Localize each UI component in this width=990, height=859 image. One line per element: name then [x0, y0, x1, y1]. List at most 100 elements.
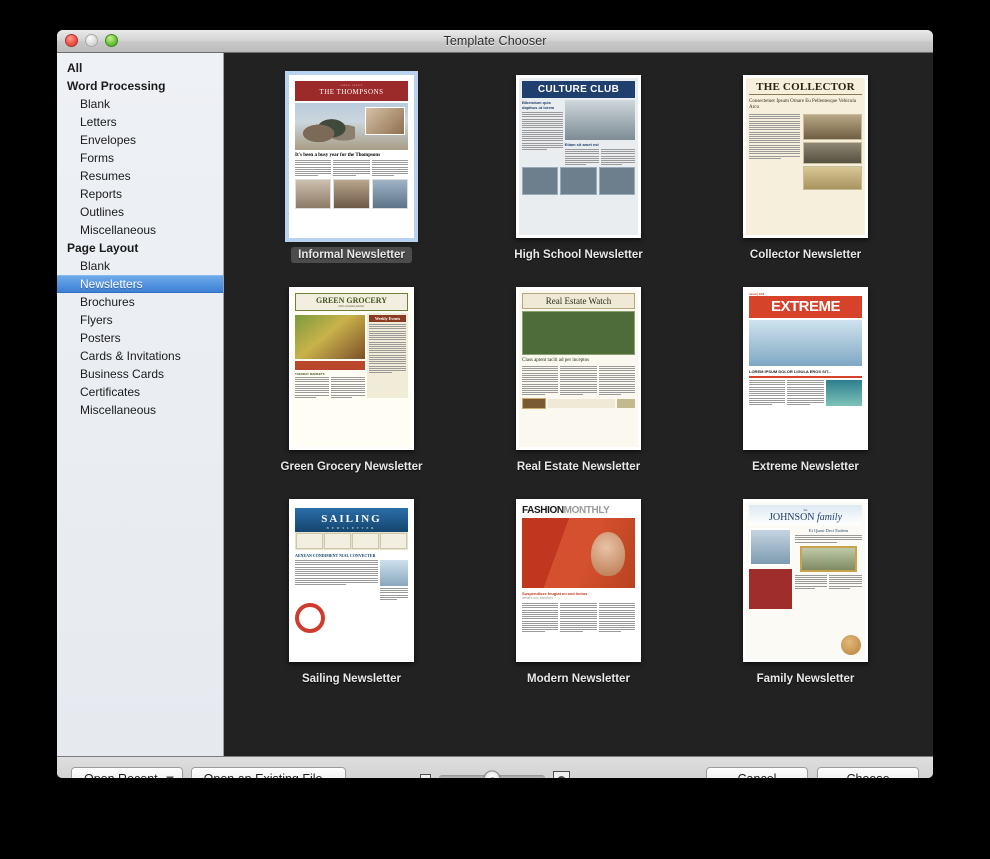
template-preview-art: the JOHNSON family Et Quasi D [746, 502, 865, 659]
sidebar-item-page-layout[interactable]: Page Layout [57, 239, 223, 257]
large-thumbnail-icon[interactable] [553, 771, 570, 778]
template-label: Informal Newsletter [291, 247, 412, 263]
thumbnail-size-control [420, 771, 570, 778]
template-thumbnail[interactable]: ANNUAL UPDATE THE THOMPSONS It's been a … [289, 75, 414, 238]
desktop-background: Template Chooser All Word Processing Bla… [0, 0, 990, 859]
sidebar-item-reports[interactable]: Reports [57, 185, 223, 203]
template-thumbnail[interactable]: SAILING NEWSLETTER AENEAN CONDIMENT NIA [289, 499, 414, 662]
thumb-photo [522, 311, 635, 355]
template-grid-area: ANNUAL UPDATE THE THOMPSONS It's been a … [224, 53, 933, 756]
template-item-collector-newsletter[interactable]: THE COLLECTOR Consectetuer Ipsum Ornare … [692, 75, 919, 263]
template-item-extreme-newsletter[interactable]: January 2009 EXTREME LOREM IPSUM DOLOR L… [692, 287, 919, 475]
sidebar-item-cards-invitations[interactable]: Cards & Invitations [57, 347, 223, 365]
sidebar-item-label: Flyers [80, 313, 113, 327]
template-thumbnail[interactable]: THE COLLECTOR Consectetuer Ipsum Ornare … [743, 75, 868, 238]
slider-knob[interactable] [484, 771, 501, 779]
sidebar-item-label: Brochures [80, 295, 135, 309]
thumb-masthead: EXTREME [749, 296, 862, 318]
thumb-subhead: Etiam sit amet est [565, 142, 635, 147]
template-item-high-school-newsletter[interactable]: CULTURE CLUB Bibendum quis dapibus ut lo… [465, 75, 692, 263]
window-title: Template Chooser [443, 34, 546, 48]
sidebar-item-posters[interactable]: Posters [57, 329, 223, 347]
template-preview-art: FASHIONMONTHLY Suspendisse feugiat mi se… [519, 502, 638, 659]
sidebar-item-outlines[interactable]: Outlines [57, 203, 223, 221]
open-existing-file-button[interactable]: Open an Existing File... [191, 767, 346, 778]
template-preview-art: Real Estate Watch Class aptent taciti ad… [519, 290, 638, 447]
template-grid: ANNUAL UPDATE THE THOMPSONS It's been a … [224, 53, 933, 687]
minimize-button[interactable] [85, 34, 98, 47]
category-sidebar: All Word Processing Blank Letters Envelo… [57, 53, 224, 756]
template-thumbnail[interactable]: FASHIONMONTHLY Suspendisse feugiat mi se… [516, 499, 641, 662]
thumb-headline: Bibendum quis dapibus ut lorem [522, 100, 563, 110]
sidebar-item-label: All [67, 61, 82, 75]
sidebar-item-resumes[interactable]: Resumes [57, 167, 223, 185]
sidebar-item-envelopes[interactable]: Envelopes [57, 131, 223, 149]
sidebar-item-label: Outlines [80, 205, 124, 219]
sidebar-item-wp-miscellaneous[interactable]: Miscellaneous [57, 221, 223, 239]
sidebar-item-label: Reports [80, 187, 122, 201]
template-preview-art: ANNUAL UPDATE THE THOMPSONS It's been a … [292, 78, 411, 235]
sidebar-item-label: Miscellaneous [80, 403, 156, 417]
sidebar-item-certificates[interactable]: Certificates [57, 383, 223, 401]
thumb-headline: It's been a busy year for the Thompsons [295, 153, 408, 158]
window-body: All Word Processing Blank Letters Envelo… [57, 53, 933, 756]
thumb-headline: Class aptent taciti ad per inceptos [522, 358, 635, 363]
template-thumbnail[interactable]: CULTURE CLUB Bibendum quis dapibus ut lo… [516, 75, 641, 238]
thumbnail-size-slider[interactable] [439, 775, 545, 778]
cancel-button[interactable]: Cancel [706, 767, 808, 778]
thumb-photo [295, 103, 408, 150]
thumb-headline: Weekly Events [369, 315, 406, 322]
template-item-sailing-newsletter[interactable]: SAILING NEWSLETTER AENEAN CONDIMENT NIA [238, 499, 465, 687]
window-titlebar[interactable]: Template Chooser [57, 30, 933, 53]
sidebar-item-forms[interactable]: Forms [57, 149, 223, 167]
sidebar-item-label: Forms [80, 151, 114, 165]
cancel-label: Cancel [738, 772, 777, 778]
sidebar-item-pl-miscellaneous[interactable]: Miscellaneous [57, 401, 223, 419]
sidebar-item-label: Letters [80, 115, 117, 129]
zoom-button[interactable] [105, 34, 118, 47]
window-controls [65, 34, 118, 47]
thumb-photo [749, 320, 862, 366]
sidebar-item-label: Miscellaneous [80, 223, 156, 237]
template-item-green-grocery-newsletter[interactable]: GREEN GROCERY libero venenatis pulvinar … [238, 287, 465, 475]
template-item-real-estate-newsletter[interactable]: Real Estate Watch Class aptent taciti ad… [465, 287, 692, 475]
sidebar-item-flyers[interactable]: Flyers [57, 311, 223, 329]
thumb-masthead: CULTURE CLUB [522, 81, 635, 98]
small-thumbnail-icon[interactable] [420, 774, 431, 779]
thumb-subhead: TUESDAY MARKETS [295, 372, 365, 376]
thumb-headline: Consectetuer Ipsum Ornare Eu Pellentesqu… [749, 99, 862, 111]
template-thumbnail[interactable]: January 2009 EXTREME LOREM IPSUM DOLOR L… [743, 287, 868, 450]
thumb-masthead: GREEN GROCERY libero venenatis pulvinar [295, 293, 408, 311]
choose-button[interactable]: Choose [817, 767, 919, 778]
template-preview-art: GREEN GROCERY libero venenatis pulvinar … [292, 290, 411, 447]
thumb-photo [565, 100, 635, 140]
open-recent-button[interactable]: Open Recent [71, 767, 183, 778]
sidebar-item-label: Cards & Invitations [80, 349, 181, 363]
sidebar-item-pl-blank[interactable]: Blank [57, 257, 223, 275]
sidebar-item-label: Page Layout [67, 241, 138, 255]
thumb-kicker: libero venenatis pulvinar [296, 305, 407, 308]
close-button[interactable] [65, 34, 78, 47]
thumb-headline: Et Quasi Dect Eodem [795, 528, 862, 533]
template-item-family-newsletter[interactable]: the JOHNSON family Et Quasi D [692, 499, 919, 687]
sidebar-item-all[interactable]: All [57, 59, 223, 77]
template-label: Modern Newsletter [520, 671, 637, 687]
template-thumbnail[interactable]: GREEN GROCERY libero venenatis pulvinar … [289, 287, 414, 450]
sidebar-item-label: Blank [80, 259, 110, 273]
sidebar-item-word-processing[interactable]: Word Processing [57, 77, 223, 95]
template-item-modern-newsletter[interactable]: FASHIONMONTHLY Suspendisse feugiat mi se… [465, 499, 692, 687]
thumb-masthead: THE COLLECTOR [749, 81, 862, 95]
template-thumbnail[interactable]: the JOHNSON family Et Quasi D [743, 499, 868, 662]
sidebar-item-business-cards[interactable]: Business Cards [57, 365, 223, 383]
open-existing-label: Open an Existing File... [204, 772, 333, 778]
sidebar-item-newsletters[interactable]: Newsletters [57, 275, 223, 293]
sidebar-item-letters[interactable]: Letters [57, 113, 223, 131]
dialog-actions: Cancel Choose [706, 767, 919, 778]
sidebar-item-label: Blank [80, 97, 110, 111]
sidebar-item-brochures[interactable]: Brochures [57, 293, 223, 311]
template-thumbnail[interactable]: Real Estate Watch Class aptent taciti ad… [516, 287, 641, 450]
sidebar-item-label: Word Processing [67, 79, 165, 93]
sidebar-item-label: Newsletters [80, 277, 143, 291]
sidebar-item-wp-blank[interactable]: Blank [57, 95, 223, 113]
template-item-informal-newsletter[interactable]: ANNUAL UPDATE THE THOMPSONS It's been a … [238, 75, 465, 263]
